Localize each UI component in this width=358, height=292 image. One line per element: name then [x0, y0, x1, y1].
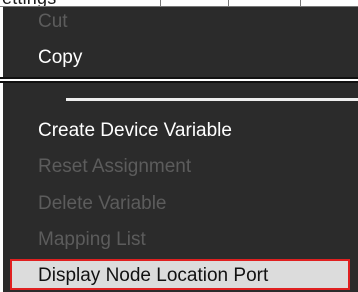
menu-item-reset-assignment[interactable]: Reset Assignment — [38, 156, 191, 178]
menu-item-mapping-list[interactable]: Mapping List — [38, 229, 146, 251]
menu-item-create-device-variable[interactable]: Create Device Variable — [38, 120, 232, 142]
menu-item-cut[interactable]: Cut — [38, 11, 68, 33]
menu-item-copy[interactable]: Copy — [38, 47, 82, 69]
menu-item-display-node-location-port[interactable]: Display Node Location Port — [10, 259, 350, 290]
menu-item-delete-variable[interactable]: Delete Variable — [38, 193, 167, 215]
menu-separator — [66, 98, 358, 101]
menu-item-label: Display Node Location Port — [38, 265, 269, 286]
